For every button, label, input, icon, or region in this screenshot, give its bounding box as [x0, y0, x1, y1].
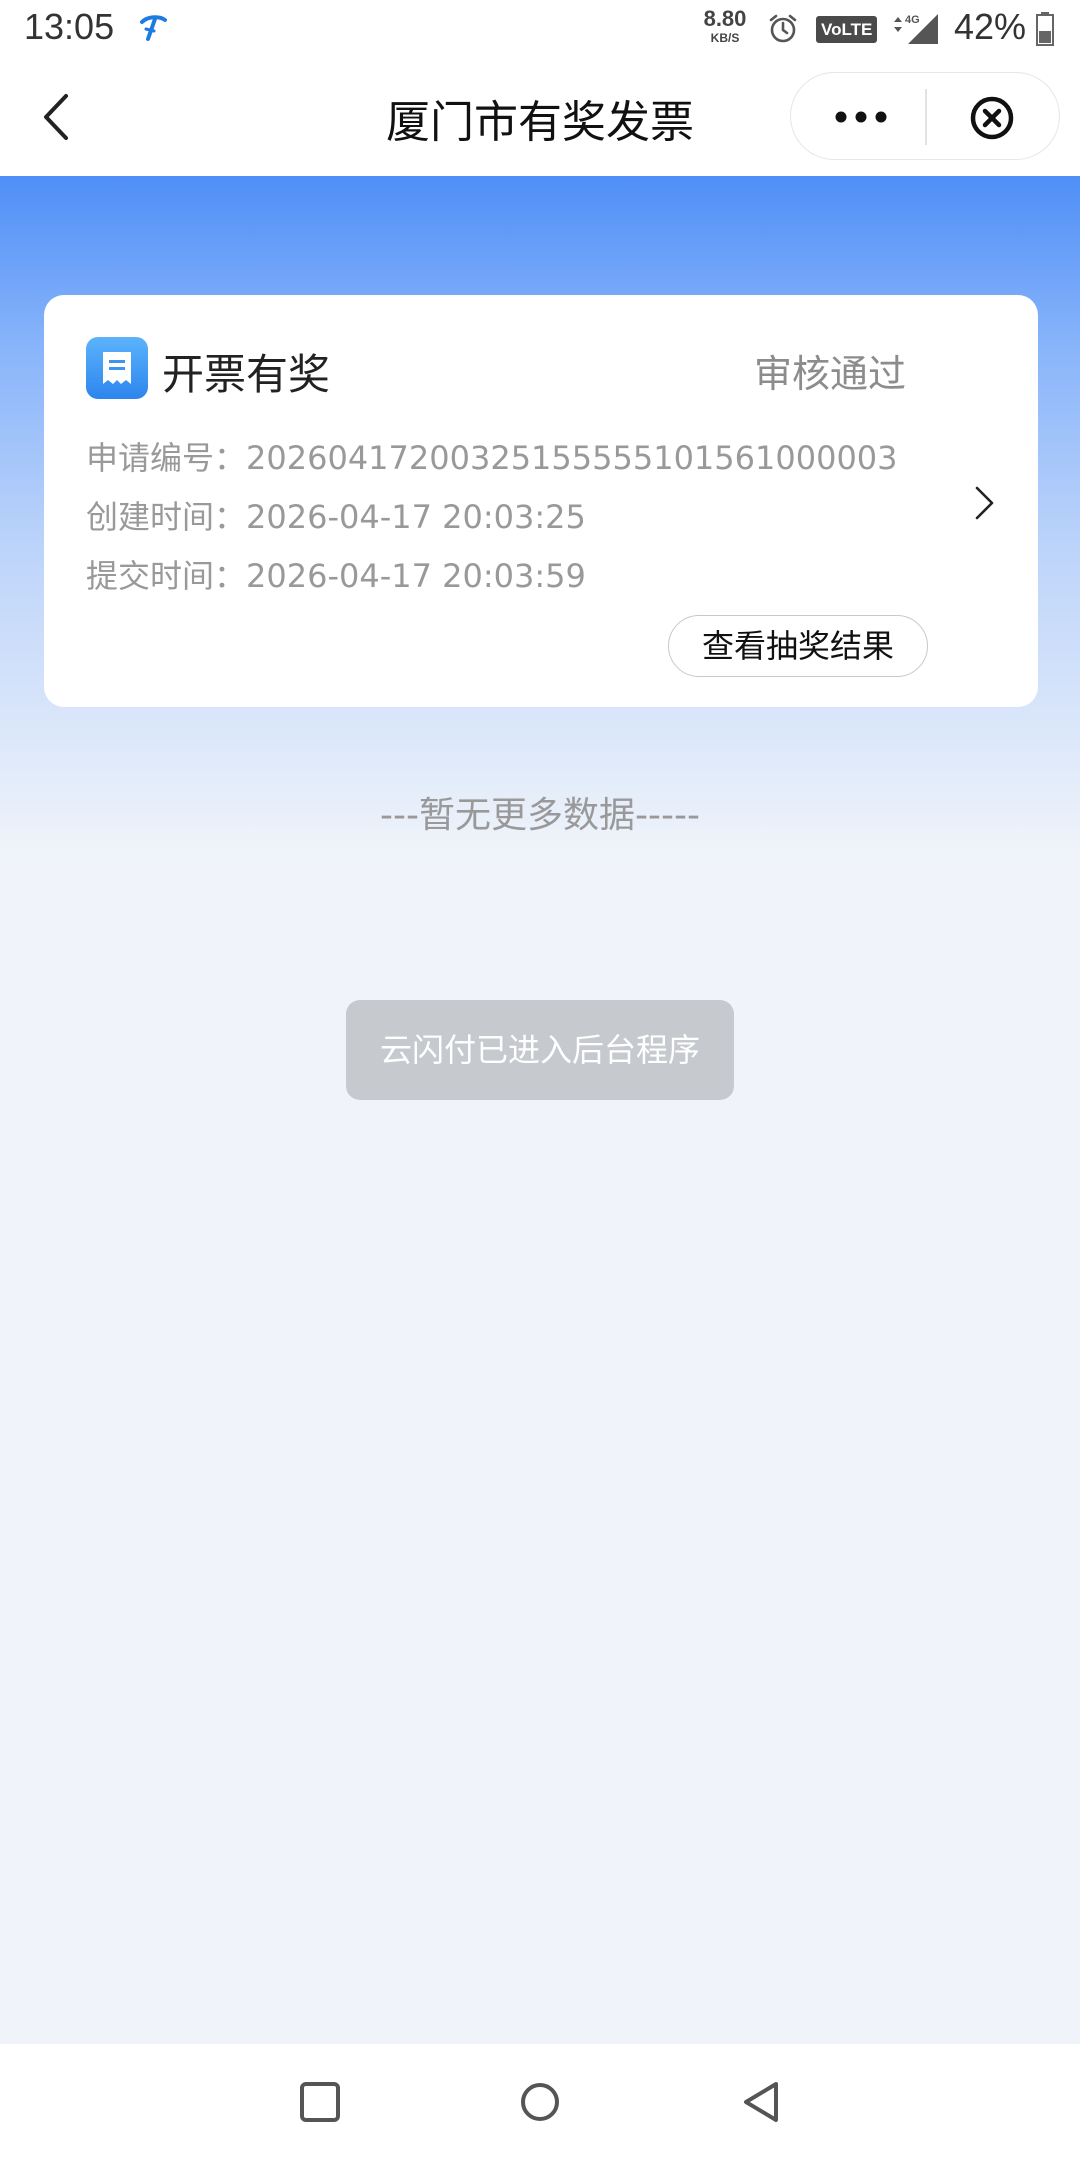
network-speed: 8.80 KB/S [700, 6, 750, 45]
receipt-icon [86, 337, 148, 399]
battery-percent: 42% [954, 6, 1027, 47]
submitted-time-label: 提交时间： [86, 557, 247, 595]
network-type-label: 4G [905, 14, 920, 26]
miniapp-capsule [790, 72, 1060, 160]
created-time-row: 创建时间：2026-04-17 20:03:25 [86, 492, 586, 538]
application-number-value: 20260417200325155555101561000003 [246, 439, 898, 477]
close-icon[interactable] [969, 95, 1015, 141]
back-triangle-icon[interactable] [738, 2078, 786, 2126]
status-time: 13:05 [24, 6, 115, 47]
chevron-right-icon[interactable] [972, 483, 998, 523]
created-time-value: 2026-04-17 20:03:25 [246, 498, 586, 536]
application-number-row: 申请编号：20260417200325155555101561000003 [86, 433, 898, 479]
invoice-record-card[interactable]: 开票有奖 审核通过 申请编号：2026041720032515555510156… [44, 295, 1038, 707]
submitted-time-row: 提交时间：2026-04-17 20:03:59 [86, 551, 586, 597]
network-speed-unit: KB/S [710, 31, 740, 45]
alarm-icon [769, 14, 797, 43]
status-badge: 审核通过 [754, 352, 907, 396]
recent-apps-icon[interactable] [296, 2078, 344, 2126]
home-icon[interactable] [516, 2078, 564, 2126]
card-title: 开票有奖 [162, 350, 331, 399]
application-number-label: 申请编号： [86, 439, 247, 477]
status-bar: 13:05 8.80 KB/S VoLTE 4G 42% [0, 0, 1080, 58]
nav-bar: 厦门市有奖发票 [0, 58, 1080, 176]
submitted-time-value: 2026-04-17 20:03:59 [246, 557, 586, 595]
system-nav-bar [0, 2044, 1080, 2160]
network-speed-value: 8.80 [703, 6, 747, 31]
carrier-icon [140, 15, 167, 41]
created-time-label: 创建时间： [86, 498, 247, 536]
capsule-divider [925, 89, 927, 145]
volte-icon: VoLTE [816, 16, 878, 43]
battery-icon [1036, 12, 1054, 46]
toast-message: 云闪付已进入后台程序 [346, 1000, 734, 1100]
view-lottery-result-button[interactable]: 查看抽奖结果 [668, 615, 928, 677]
list-end-text: ---暂无更多数据----- [380, 795, 700, 836]
signal-icon: 4G [894, 14, 938, 44]
more-icon[interactable] [831, 103, 891, 131]
